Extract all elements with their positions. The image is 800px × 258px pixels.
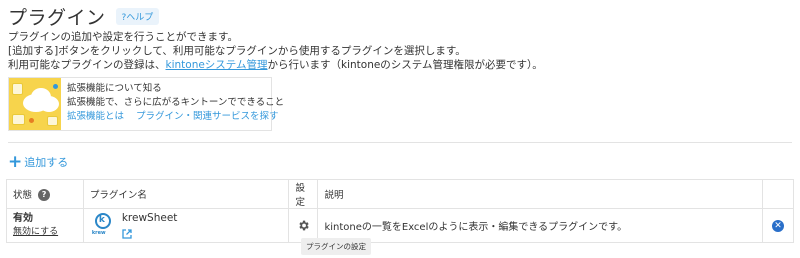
external-link-icon[interactable] xyxy=(122,227,132,240)
disable-plugin-link[interactable]: 無効にする xyxy=(13,227,58,237)
status-cell: 有効 無効にする xyxy=(6,208,84,243)
krewsheet-logo: k krew xyxy=(92,212,114,239)
remove-cell: ✕ xyxy=(761,208,795,243)
description-line-1: プラグインの追加や設定を行うことができます。 xyxy=(8,31,238,43)
description-line-3-after: から行います（kintoneのシステム管理権限が必要です）。 xyxy=(267,59,543,71)
header-plugin-name: プラグイン名 xyxy=(82,179,290,209)
plugin-description: kintoneの一覧をExcelのように表示・編集できるプラグインです。 xyxy=(317,208,763,243)
question-icon[interactable]: ? xyxy=(38,189,51,202)
plugin-name-cell: k krew krewSheet xyxy=(82,208,290,243)
table-header-row: 状態? プラグイン名 設定 説明 xyxy=(6,179,795,209)
description-line-3: 利用可能なプラグインの登録は、kintoneシステム管理から行います（kinto… xyxy=(8,58,543,72)
page-title: プラグイン xyxy=(8,7,106,29)
about-extensions-link[interactable]: 拡張機能とは xyxy=(67,111,124,122)
add-plugin-label: 追加する xyxy=(24,156,69,169)
remove-icon[interactable]: ✕ xyxy=(771,219,784,232)
table-row: 有効 無効にする k krew krewSheet kintoneの一覧をExc… xyxy=(6,208,795,243)
page-description: プラグインの追加や設定を行うことができます。 [追加する]ボタンをクリックして、… xyxy=(8,30,543,72)
extensions-banner: 拡張機能について知る 拡張機能で、さらに広がるキントーンでできること 拡張機能と… xyxy=(8,77,284,131)
header-remove xyxy=(761,179,795,209)
description-line-2: [追加する]ボタンをクリックして、利用可能なプラグインから使用するプラグインを選… xyxy=(8,45,466,57)
help-link[interactable]: ?ヘルプ xyxy=(115,8,160,25)
extensions-illustration xyxy=(9,78,61,130)
settings-tooltip: プラグインの設定 xyxy=(301,238,371,255)
status-badge: 有効 xyxy=(13,213,33,224)
banner-links: 拡張機能とは プラグイン・関連サービスを探す xyxy=(67,110,284,124)
system-admin-link[interactable]: kintoneシステム管理 xyxy=(166,59,268,71)
plugin-name: krewSheet xyxy=(121,211,178,224)
plugin-table: 状態? プラグイン名 設定 説明 有効 無効にする k krew krewShe… xyxy=(6,179,795,243)
page-header: プラグイン ?ヘルプ xyxy=(8,3,160,30)
description-line-3-before: 利用可能なプラグインの登録は、 xyxy=(8,59,166,71)
plus-icon: + xyxy=(8,152,23,172)
banner-text: 拡張機能について知る 拡張機能で、さらに広がるキントーンでできること 拡張機能と… xyxy=(61,78,284,130)
divider xyxy=(8,142,792,143)
find-plugins-link[interactable]: プラグイン・関連サービスを探す xyxy=(136,111,279,122)
add-plugin-button[interactable]: + 追加する xyxy=(8,152,69,172)
banner-title: 拡張機能について知る xyxy=(67,83,162,94)
gear-icon[interactable] xyxy=(297,219,310,232)
header-description: 説明 xyxy=(317,179,763,209)
banner-subtitle: 拡張機能で、さらに広がるキントーンでできること xyxy=(67,97,285,108)
header-setting: 設定 xyxy=(288,179,319,209)
header-status: 状態? xyxy=(6,179,84,209)
